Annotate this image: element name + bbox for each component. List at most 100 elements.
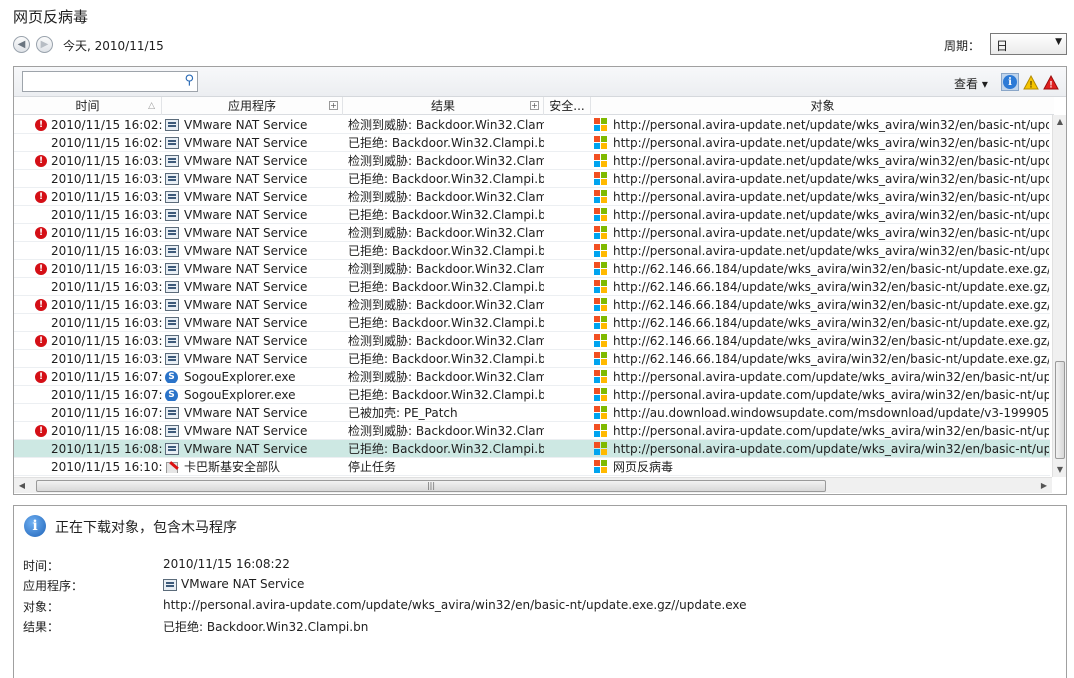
row-app: VMware NAT Service: [184, 298, 308, 312]
table-row[interactable]: 2010/11/15 16:03:30 VMware NAT Service 已拒绝…: [14, 206, 1050, 224]
row-object: http://personal.avira-update.net/update/…: [613, 154, 1049, 168]
table-row[interactable]: ! 2010/11/15 16:03:37 VMware NAT Service 检测…: [14, 224, 1050, 242]
column-object-label: 对象: [810, 99, 835, 113]
column-header-security[interactable]: 安全...: [544, 97, 591, 115]
row-app: VMware NAT Service: [184, 136, 308, 150]
alert-icon: !: [35, 371, 47, 383]
column-app-label: 应用程序: [227, 99, 276, 113]
row-status-cell: !: [35, 191, 49, 203]
expand-icon[interactable]: +: [530, 101, 539, 110]
filter-error-button[interactable]: !: [1042, 73, 1060, 91]
row-status-cell: !: [35, 227, 49, 239]
alert-icon: !: [35, 335, 47, 347]
table-row[interactable]: 2010/11/15 16:02:37 VMware NAT Service 已拒绝…: [14, 134, 1050, 152]
back-button[interactable]: ◀: [13, 36, 30, 53]
column-header-object[interactable]: 对象: [591, 97, 1054, 115]
row-app: VMware NAT Service: [184, 316, 308, 330]
filter-warning-button[interactable]: !: [1022, 73, 1040, 91]
row-object: http://62.146.66.184/update/wks_avira/wi…: [613, 334, 1049, 348]
windows-flag-icon: [594, 460, 608, 474]
table-row[interactable]: 2010/11/15 16:07:37S SogouExplorer.exe 已拒绝…: [14, 386, 1050, 404]
vmware-icon: [165, 227, 179, 239]
table-row[interactable]: 2010/11/15 16:03:15 VMware NAT Service 已拒绝…: [14, 170, 1050, 188]
windows-flag-icon: [594, 298, 608, 312]
row-time: 2010/11/15 16:10:13: [51, 460, 163, 474]
search-icon[interactable]: ⚲: [184, 73, 194, 88]
detail-object-value: http://personal.avira-update.com/update/…: [163, 598, 747, 612]
table-row[interactable]: 2010/11/15 16:07:50 VMware NAT Service 已被加…: [14, 404, 1050, 422]
scroll-right-icon[interactable]: ▶: [1036, 478, 1052, 494]
table-row[interactable]: ! 2010/11/15 16:08:22 VMware NAT Service 检测…: [14, 422, 1050, 440]
row-result: 停止任务: [348, 460, 397, 474]
forward-button[interactable]: ▶: [36, 36, 53, 53]
table-row[interactable]: 2010/11/15 16:03:43 VMware NAT Service 已拒绝…: [14, 278, 1050, 296]
row-status-cell: [35, 173, 49, 185]
windows-flag-icon: [594, 190, 608, 204]
table-row[interactable]: ! 2010/11/15 16:03:57 VMware NAT Service 检测…: [14, 332, 1050, 350]
windows-flag-icon: [594, 424, 608, 438]
row-status-cell: !: [35, 425, 49, 437]
view-menu-button[interactable]: 查看 ▾: [954, 75, 988, 92]
table-row[interactable]: ! 2010/11/15 16:03:30 VMware NAT Service 检测…: [14, 188, 1050, 206]
row-object: http://personal.avira-update.net/update/…: [613, 190, 1049, 204]
table-row[interactable]: ! 2010/11/15 16:02:37 VMware NAT Service 检测…: [14, 116, 1050, 134]
scroll-down-icon[interactable]: ▼: [1053, 463, 1067, 477]
expand-icon[interactable]: +: [329, 101, 338, 110]
table-row[interactable]: ! 2010/11/15 16:03:49 VMware NAT Service 检测…: [14, 296, 1050, 314]
row-result: 检测到威胁: Backdoor.Win32.Clam...: [348, 154, 544, 168]
vmware-icon: [165, 425, 179, 437]
arrow-left-icon: ◀: [17, 39, 26, 50]
period-label: 周期：: [944, 39, 981, 53]
event-grid-panel: ⚲ 查看 ▾ i ! ! 时间 △ 应用程序 + 结果 + 安全... 对象 !…: [13, 66, 1067, 495]
row-result: 已拒绝: Backdoor.Win32.Clampi.bn: [348, 244, 544, 258]
info-icon: i: [24, 515, 46, 537]
horizontal-scroll-thumb[interactable]: |||: [36, 480, 826, 492]
row-result: 检测到威胁: Backdoor.Win32.Clam...: [348, 334, 544, 348]
filter-info-button[interactable]: i: [1001, 73, 1019, 91]
horizontal-scrollbar[interactable]: ◀ ||| ▶: [14, 477, 1052, 493]
alert-icon: !: [35, 263, 47, 275]
svg-text:!: !: [1030, 79, 1033, 89]
sort-asc-icon: △: [148, 101, 155, 111]
row-app: SogouExplorer.exe: [184, 370, 296, 384]
table-row[interactable]: 2010/11/15 16:08:22 VMware NAT Service 已拒绝…: [14, 440, 1050, 458]
vmware-icon: [165, 155, 179, 167]
windows-flag-icon: [594, 208, 608, 222]
row-result: 已拒绝: Backdoor.Win32.Clampi.bn: [348, 388, 544, 402]
search-input[interactable]: ⚲: [22, 71, 198, 92]
column-header-result[interactable]: 结果 +: [343, 97, 544, 115]
row-time: 2010/11/15 16:03:43: [51, 280, 163, 294]
table-row[interactable]: 2010/11/15 16:03:57 VMware NAT Service 已拒绝…: [14, 350, 1050, 368]
table-row[interactable]: ! 2010/11/15 16:03:43 VMware NAT Service 检测…: [14, 260, 1050, 278]
scroll-up-icon[interactable]: ▲: [1053, 115, 1067, 129]
scroll-left-icon[interactable]: ◀: [14, 478, 30, 494]
period-select-value: 日: [996, 39, 1009, 53]
row-object: http://personal.avira-update.net/update/…: [613, 208, 1049, 222]
row-result: 已拒绝: Backdoor.Win32.Clampi.bn: [348, 136, 544, 150]
vmware-icon: [165, 317, 179, 329]
row-time: 2010/11/15 16:03:49: [51, 316, 163, 330]
column-header-app[interactable]: 应用程序 +: [162, 97, 343, 115]
row-time: 2010/11/15 16:03:15: [51, 154, 163, 168]
row-object: 网页反病毒: [613, 460, 674, 474]
row-status-cell: !: [35, 299, 49, 311]
period-select[interactable]: 日 ▼: [990, 33, 1067, 55]
row-status-cell: [35, 353, 49, 365]
table-row[interactable]: ! 2010/11/15 16:07:37S SogouExplorer.exe 检测…: [14, 368, 1050, 386]
windows-flag-icon: [594, 442, 608, 456]
row-object: http://62.146.66.184/update/wks_avira/wi…: [613, 316, 1049, 330]
column-header-time[interactable]: 时间 △: [14, 97, 162, 115]
row-app: VMware NAT Service: [184, 352, 308, 366]
table-row[interactable]: ! 2010/11/15 16:03:15 VMware NAT Service 检测…: [14, 152, 1050, 170]
table-row[interactable]: 2010/11/15 16:03:49 VMware NAT Service 已拒绝…: [14, 314, 1050, 332]
row-time: 2010/11/15 16:02:37: [51, 118, 163, 132]
row-object: http://au.download.windowsupdate.com/msd…: [613, 406, 1049, 420]
row-object: http://personal.avira-update.com/update/…: [613, 388, 1049, 402]
vertical-scrollbar[interactable]: ▲ ▼: [1052, 115, 1066, 477]
vmware-icon: [165, 443, 179, 455]
vertical-scroll-thumb[interactable]: [1055, 361, 1065, 459]
table-row[interactable]: 2010/11/15 16:10:13 卡巴斯基安全部队 停止任务 网页反病毒: [14, 458, 1050, 476]
windows-flag-icon: [594, 118, 608, 132]
table-row[interactable]: 2010/11/15 16:03:37 VMware NAT Service 已拒绝…: [14, 242, 1050, 260]
windows-flag-icon: [594, 280, 608, 294]
